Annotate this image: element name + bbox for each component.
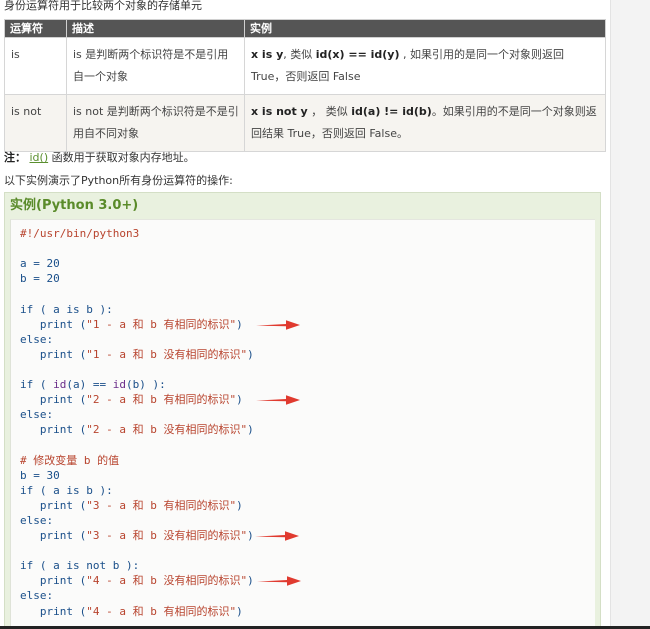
code-line: if ( id(a) == id(b) ): xyxy=(20,378,166,391)
cell-operator: is xyxy=(4,37,67,95)
cell-description: is not 是判断两个标识符是不是引用自不同对象 xyxy=(66,94,245,152)
header-example: 实例 xyxy=(244,19,606,38)
example-code: x is not y xyxy=(251,105,308,118)
id-function-link[interactable]: id() xyxy=(30,151,49,164)
code-line: else: xyxy=(20,589,54,603)
code-line: print ("4 - a 和 b 有相同的标识") xyxy=(39,604,243,618)
cell-example: x is y, 类似 id(x) == id(y) , 如果引用的是同一个对象则… xyxy=(244,37,606,95)
screenshot-viewport: 身份运算符用于比较两个对象的存储单元 运算符 描述 实例 is is 是判断两个… xyxy=(0,0,650,629)
page-right-gutter xyxy=(610,0,650,629)
example-mid: , 类似 xyxy=(283,48,316,61)
code-line: else: xyxy=(20,332,54,346)
code-line: print ("2 - a 和 b 没有相同的标识") xyxy=(39,423,254,437)
example-code-2: id(x) == id(y) xyxy=(315,48,400,61)
note-line: 注： id() 函数用于获取对象内存地址。 xyxy=(4,150,195,166)
identity-operators-table: 运算符 描述 实例 is is 是判断两个标识符是不是引用自一个对象 x is … xyxy=(4,19,606,152)
code-line: # 修改变量 b 的值 xyxy=(20,453,120,467)
cell-description: is 是判断两个标识符是不是引用自一个对象 xyxy=(66,37,245,95)
example-title: 实例(Python 3.0+) xyxy=(10,198,139,213)
example-code-2: id(a) != id(b) xyxy=(351,105,432,118)
red-arrow-icon xyxy=(256,319,300,330)
article-content: 身份运算符用于比较两个对象的存储单元 运算符 描述 实例 is is 是判断两个… xyxy=(0,0,610,629)
code-line: if ( a is b ): xyxy=(20,483,113,497)
code-line: a = 20 xyxy=(20,257,60,271)
intro-text: 身份运算符用于比较两个对象的存储单元 xyxy=(4,0,202,12)
header-description: 描述 xyxy=(66,19,245,38)
code-line: print ("2 - a 和 b 有相同的标识") xyxy=(39,393,243,407)
code-line: b = 30 xyxy=(20,468,60,482)
code-line: if ( a is not b ): xyxy=(20,559,140,573)
red-arrow-icon xyxy=(256,395,300,405)
example-box: 实例(Python 3.0+) #!/usr/bin/python3 a = 20… xyxy=(4,192,601,629)
table-row: is not is not 是判断两个标识符是不是引用自不同对象 x is no… xyxy=(4,94,606,152)
code-line: #!/usr/bin/python3 xyxy=(20,227,140,240)
cell-example: x is not y ， 类似 id(a) != id(b)。如果引用的不是同一… xyxy=(244,94,606,152)
cell-operator: is not xyxy=(4,94,67,152)
code-line: print ("4 - a 和 b 没有相同的标识") xyxy=(39,574,254,588)
code-line: b = 20 xyxy=(20,272,60,286)
code-line: print ("3 - a 和 b 没有相同的标识") xyxy=(39,529,254,542)
red-arrow-icon xyxy=(257,576,301,587)
code-line: else: xyxy=(20,408,54,422)
table-row: is is 是判断两个标识符是不是引用自一个对象 x is y, 类似 id(x… xyxy=(4,37,606,95)
code-line: print ("3 - a 和 b 有相同的标识") xyxy=(39,498,243,512)
note-label: 注： xyxy=(4,151,26,164)
table-header-row: 运算符 描述 实例 xyxy=(4,19,606,38)
note-text: 函数用于获取对象内存地址。 xyxy=(48,151,195,164)
red-arrow-icon xyxy=(255,531,299,541)
code-line: print ("1 - a 和 b 没有相同的标识") xyxy=(39,347,254,361)
code-line: print ("1 - a 和 b 有相同的标识") xyxy=(39,317,243,331)
code-line: if ( a is b ): xyxy=(20,302,113,316)
code-line: else: xyxy=(20,513,54,527)
example-code: x is y xyxy=(251,48,284,61)
code-block: #!/usr/bin/python3 a = 20 b = 20 if ( a is … xyxy=(10,219,595,629)
example-mid: ， 类似 xyxy=(307,105,352,118)
example-description: 以下实例演示了Python所有身份运算符的操作: xyxy=(4,174,233,187)
header-operator: 运算符 xyxy=(4,19,67,38)
